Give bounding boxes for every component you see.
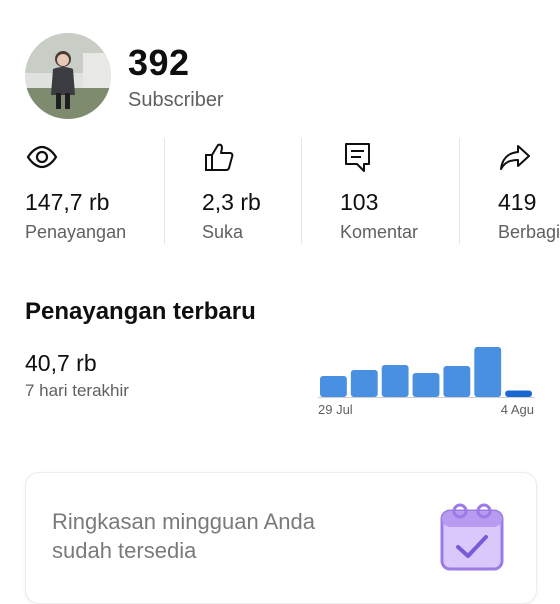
weekly-summary-text: Ringkasan mingguan Anda sudah tersedia xyxy=(52,509,315,563)
eye-icon xyxy=(26,145,58,169)
chart-bar-3-agu[interactable] xyxy=(474,347,502,397)
divider xyxy=(301,138,302,244)
share-icon xyxy=(500,145,530,170)
subscriber-label: Subscriber xyxy=(128,89,224,111)
stat-shares-value: 419 xyxy=(498,189,537,215)
chart-bar-1-agu[interactable] xyxy=(412,373,440,397)
channel-avatar[interactable] xyxy=(25,33,111,119)
weekly-summary-card[interactable]: Ringkasan mingguan Anda sudah tersedia xyxy=(25,472,537,604)
chart-tick-end: 4 Agu xyxy=(501,402,534,417)
section-title: Penayangan terbaru xyxy=(25,298,256,325)
divider xyxy=(459,138,460,244)
recent-views-value: 40,7 rb xyxy=(25,350,97,376)
thumbs-up-icon xyxy=(205,143,234,171)
stat-likes-value: 2,3 rb xyxy=(202,189,261,215)
chart-tick-start: 29 Jul xyxy=(318,402,353,417)
divider xyxy=(164,138,165,244)
recent-views-chart[interactable]: 29 Jul 4 Agu xyxy=(300,335,545,425)
stat-shares-label: Berbagi xyxy=(498,222,560,242)
chart-bar-2-agu[interactable] xyxy=(443,366,471,397)
chart-bar-4-agu[interactable] xyxy=(505,390,532,398)
subscriber-count: 392 xyxy=(128,42,190,83)
stat-comments-label: Komentar xyxy=(340,222,419,242)
chart-bar-31-jul[interactable] xyxy=(381,365,409,397)
stat-views-label: Penayangan xyxy=(25,222,127,242)
stat-views-value: 147,7 rb xyxy=(25,189,110,215)
comment-icon xyxy=(345,143,370,172)
chart-bar-30-jul[interactable] xyxy=(350,370,378,397)
chart-bar-29-jul[interactable] xyxy=(320,376,347,397)
stat-comments-value: 103 xyxy=(340,189,379,215)
stat-likes-label: Suka xyxy=(202,222,244,242)
calendar-check-icon xyxy=(440,503,504,571)
recent-views-period: 7 hari terakhir xyxy=(25,381,129,400)
